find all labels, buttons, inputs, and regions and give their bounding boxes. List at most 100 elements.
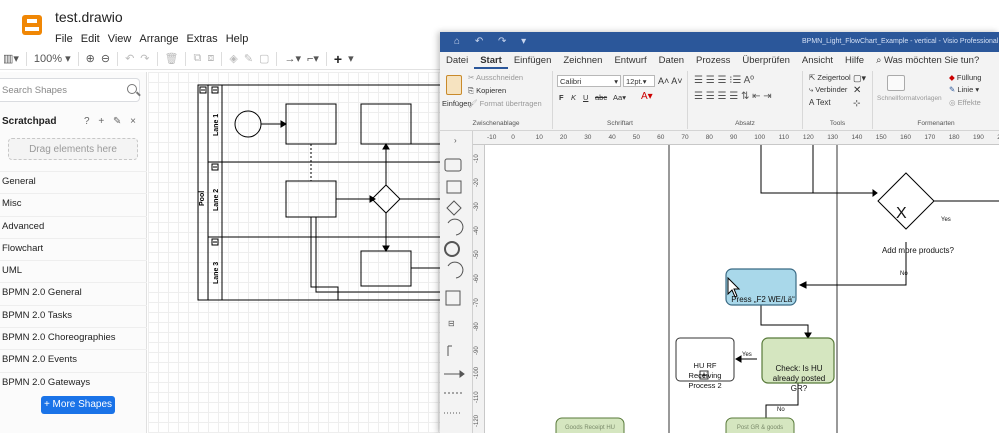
zoom-in-icon[interactable]: ⊕ — [83, 50, 98, 68]
quick-styles-button[interactable]: Schnellformatvorlagen — [877, 95, 942, 103]
search-shapes-input[interactable]: Search Shapes — [0, 78, 140, 102]
document-title[interactable]: test.drawio — [55, 9, 123, 25]
category-flowchart[interactable]: Flowchart — [0, 237, 147, 260]
to-back-icon[interactable]: ⧈ — [204, 50, 217, 68]
bottom-right-task-label: Post GR & goods — [736, 425, 784, 431]
scratchpad-header[interactable]: Scratchpad ? + ✎ × — [0, 112, 147, 132]
task-lane1-b[interactable] — [360, 103, 412, 145]
font-size-select[interactable]: 12pt.▾ — [623, 75, 655, 87]
tab-entwurf[interactable]: Entwurf — [608, 52, 652, 69]
scratchpad-tools[interactable]: ? + ✎ × — [84, 116, 139, 127]
group-clipboard: Einfügen ✂ Ausschneiden ⎘ Kopieren 🖌 For… — [440, 71, 553, 129]
text-tool-button[interactable]: A Text — [809, 98, 831, 107]
menu-extras[interactable]: Extras — [187, 32, 218, 46]
category-advanced[interactable]: Advanced — [0, 215, 147, 238]
ruler-horizontal[interactable]: -10 0 10 20 30 40 50 60 70 80 90 100 110 120 130 140 150… — [473, 131, 999, 145]
ruler-vertical[interactable]: -10 -20 -30 -40 -50 -60 -70 -80 -90 -100 -110 -120 — [473, 145, 485, 433]
tab-start[interactable]: Start — [474, 52, 508, 69]
connector-tool-button[interactable]: ⤷ Verbinder — [809, 85, 847, 95]
insert-icon[interactable]: + — [331, 50, 345, 68]
stencil-task[interactable] — [444, 158, 462, 172]
grow-font-icon[interactable]: A˄ A˅ — [658, 76, 683, 86]
redo-icon[interactable]: ↷ — [137, 50, 152, 68]
gateway[interactable] — [371, 184, 401, 214]
pointer-tool-button[interactable]: ⇱ Zeigertool — [809, 73, 851, 82]
format-painter-button[interactable]: 🖌 Format übertragen — [468, 99, 542, 108]
pool-frame[interactable] — [197, 84, 445, 301]
line-color-icon[interactable]: ✎ — [241, 50, 256, 68]
tab-ueberpruefen[interactable]: Überprüfen — [736, 52, 796, 69]
search-icon[interactable] — [127, 84, 137, 94]
stencil-gateway[interactable] — [446, 200, 462, 216]
line-button[interactable]: ✎ Linie ▾ — [949, 85, 979, 94]
visio-drawing-page[interactable]: X Add more products? Yes No Press „F2 WE… — [486, 145, 999, 433]
shape-select-icon[interactable]: ▢▾ — [853, 73, 866, 84]
tab-einfuegen[interactable]: Einfügen — [508, 52, 558, 69]
menu-edit[interactable]: Edit — [81, 32, 100, 46]
zoom-select[interactable]: 100% ▾ — [31, 50, 74, 68]
align-text-icons[interactable]: ☰ ☰ ☰ ☰ ⇅ ⇤ ⇥ — [694, 91, 772, 102]
menu-help[interactable]: Help — [226, 32, 249, 46]
fill-button[interactable]: ◆ Füllung — [949, 73, 981, 82]
tab-hilfe[interactable]: Hilfe — [839, 52, 870, 69]
category-bpmn-general[interactable]: BPMN 2.0 General — [0, 282, 147, 304]
underline-button[interactable]: U — [583, 93, 588, 102]
task-lane1-a[interactable] — [285, 103, 337, 145]
category-bpmn-tasks[interactable]: BPMN 2.0 Tasks — [0, 304, 147, 327]
category-bpmn-choreographies[interactable]: BPMN 2.0 Choreographies — [0, 327, 147, 349]
tab-daten[interactable]: Daten — [653, 52, 690, 69]
font-name-select[interactable]: Calibri ▾ — [557, 75, 621, 87]
format-panel-toggle-icon[interactable]: ▥▾ — [0, 50, 22, 68]
font-color-icon[interactable]: A▾ — [641, 91, 653, 102]
tab-zeichnen[interactable]: Zeichnen — [557, 52, 608, 69]
visio-flowchart — [555, 145, 999, 433]
delete-icon[interactable]: 🗑 — [162, 50, 182, 68]
close-shape-icon[interactable]: ✕ — [853, 85, 861, 96]
quick-styles-icon[interactable] — [887, 75, 905, 91]
more-shapes-button[interactable]: + More Shapes — [41, 396, 115, 414]
stencil-annotation[interactable] — [447, 345, 452, 356]
to-front-icon[interactable]: ⧉ — [190, 50, 204, 68]
waypoints-icon[interactable]: ⌐▾ — [304, 50, 322, 68]
category-bpmn-gateways[interactable]: BPMN 2.0 Gateways — [0, 371, 147, 394]
strikethrough-button[interactable]: abc — [595, 93, 607, 102]
change-case-button[interactable]: Aa▾ — [613, 93, 626, 102]
align-top-icons[interactable]: ☰ ☰ ☰ ⁝☰ Aº — [694, 75, 754, 86]
tell-me-search[interactable]: ⌕ Was möchten Sie tun? — [870, 52, 979, 69]
tab-ansicht[interactable]: Ansicht — [796, 52, 839, 69]
quick-access-toolbar[interactable]: ⌂ ↶ ↷ ▾ — [454, 36, 532, 47]
connection-icon[interactable]: →▾ — [281, 50, 304, 68]
shadow-icon[interactable]: ▢ — [256, 50, 272, 68]
menu-file[interactable]: File — [55, 32, 73, 46]
category-general[interactable]: General — [0, 171, 147, 193]
stencil-data-object[interactable] — [445, 290, 461, 306]
category-bpmn-events[interactable]: BPMN 2.0 Events — [0, 349, 147, 371]
scratchpad-drop-zone[interactable]: Drag elements here — [8, 138, 138, 160]
fill-color-icon[interactable]: ◈ — [226, 50, 240, 68]
stencil-event[interactable] — [447, 218, 464, 236]
menu-view[interactable]: View — [108, 32, 132, 46]
stencil-end-event[interactable] — [444, 241, 460, 257]
stencil-rect[interactable] — [446, 180, 462, 194]
category-misc[interactable]: Misc — [0, 193, 147, 215]
tab-datei[interactable]: Datei — [440, 52, 474, 69]
stencil-intermediate-event[interactable] — [447, 261, 464, 279]
task-lane2[interactable] — [285, 180, 337, 218]
undo-icon[interactable]: ↶ — [122, 50, 137, 68]
bold-button[interactable]: F — [559, 93, 564, 102]
cut-button[interactable]: ✂ Ausschneiden — [468, 73, 523, 82]
category-uml[interactable]: UML — [0, 260, 147, 282]
paste-icon[interactable] — [446, 75, 462, 95]
copy-button[interactable]: ⎘ Kopieren — [468, 86, 506, 96]
effects-button[interactable]: ◎ Effekte — [949, 98, 981, 107]
task-lane3[interactable] — [360, 250, 412, 287]
italic-button[interactable]: K — [571, 93, 576, 102]
insert-dropdown-icon[interactable]: ▾ — [345, 50, 357, 68]
start-event[interactable] — [234, 110, 262, 138]
ruler-left-tick: -40 — [474, 226, 480, 235]
diagram-canvas[interactable]: Pool Lane 1 Lane 2 Lane 3 — [148, 72, 445, 433]
menu-arrange[interactable]: Arrange — [139, 32, 178, 46]
zoom-out-icon[interactable]: ⊖ — [98, 50, 113, 68]
tab-prozess[interactable]: Prozess — [690, 52, 736, 69]
connection-point-icon[interactable]: ⊹ — [853, 98, 861, 109]
